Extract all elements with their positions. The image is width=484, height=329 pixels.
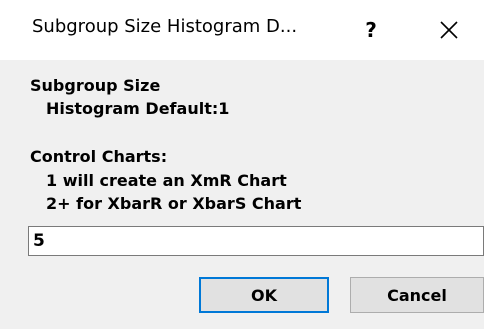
subgroup-size-input[interactable] xyxy=(28,226,484,256)
close-button[interactable] xyxy=(424,8,474,52)
cancel-button-label: Cancel xyxy=(387,285,447,305)
xbar-chart-text: 2+ for XbarR or XbarS Chart xyxy=(46,194,302,213)
dialog-title: Subgroup Size Histogram D... xyxy=(32,16,298,37)
xmr-chart-text: 1 will create an XmR Chart xyxy=(46,171,287,190)
histogram-default-text: Histogram Default:1 xyxy=(46,99,230,118)
ok-button[interactable]: OK xyxy=(199,277,329,313)
cancel-button[interactable]: Cancel xyxy=(350,277,484,313)
control-charts-heading: Control Charts: xyxy=(30,147,168,166)
title-bar: Subgroup Size Histogram D... ? xyxy=(0,0,484,60)
subgroup-size-heading: Subgroup Size xyxy=(30,76,161,95)
dialog-window: Subgroup Size Histogram D... ? Subgroup … xyxy=(0,0,484,329)
ok-button-label: OK xyxy=(251,285,277,305)
help-button[interactable]: ? xyxy=(348,8,394,52)
help-label: ? xyxy=(365,18,377,42)
close-icon xyxy=(440,21,458,39)
